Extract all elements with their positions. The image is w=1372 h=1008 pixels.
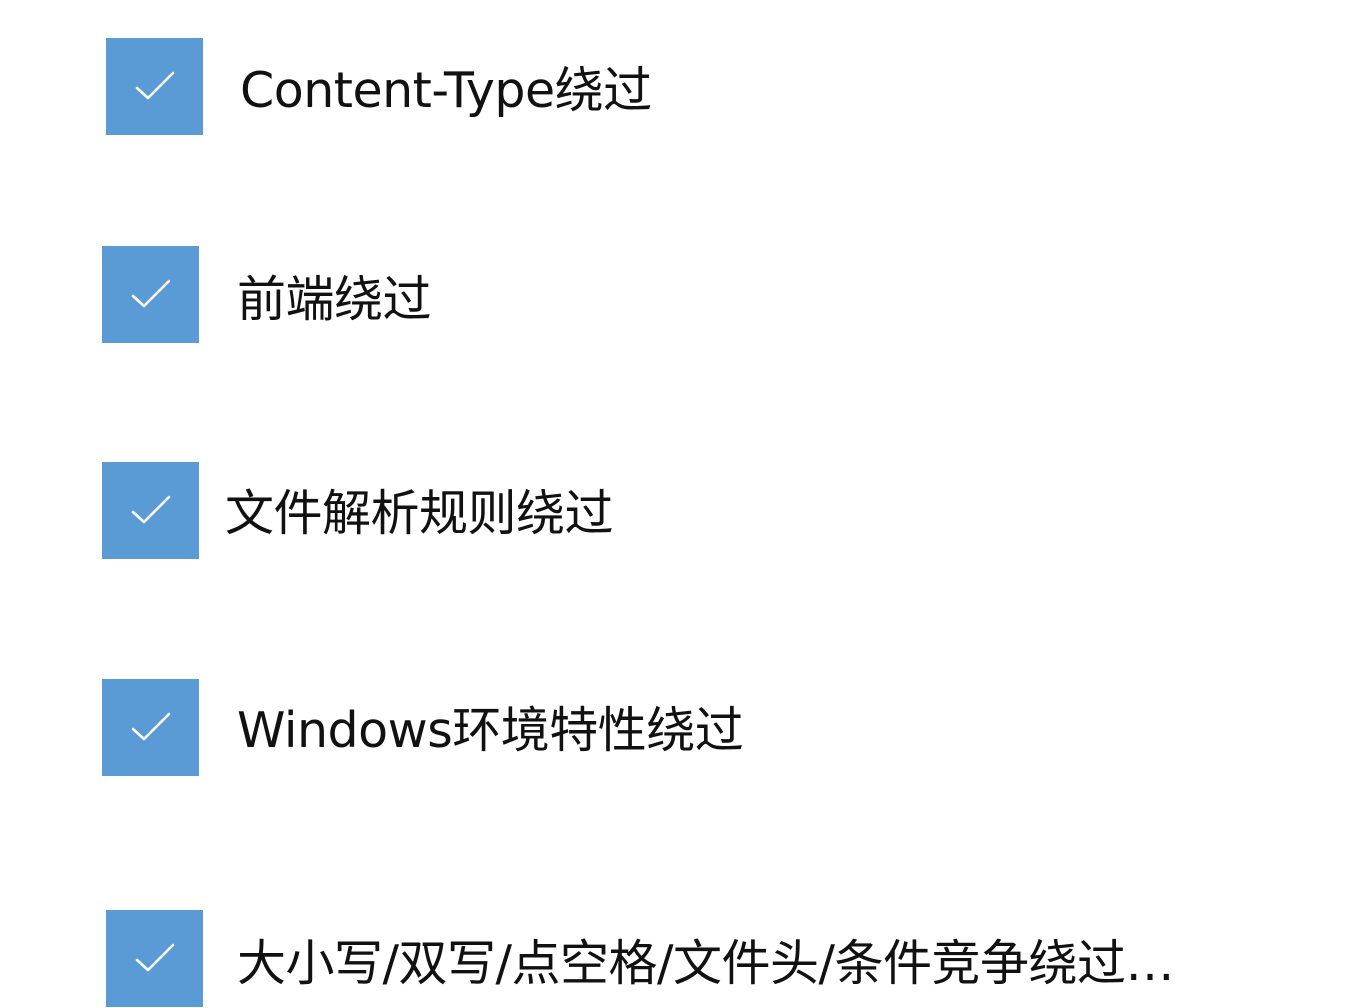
checkbox-frontend[interactable] — [102, 246, 199, 343]
checklist-item-label: 大小写/双写/点空格/文件头/条件竞争绕过… — [237, 935, 1175, 992]
checklist-item-frontend: 前端绕过 — [102, 246, 432, 343]
checklist-item-content-type: Content-Type绕过 — [106, 38, 652, 135]
checkbox-windows[interactable] — [102, 679, 199, 776]
checklist-item-label: Windows环境特性绕过 — [237, 702, 744, 759]
checkmark-icon — [131, 279, 170, 307]
checklist-item-parse-rules: 文件解析规则绕过 — [102, 462, 614, 559]
checklist-item-label: 文件解析规则绕过 — [225, 485, 614, 542]
checkbox-content-type[interactable] — [106, 38, 203, 135]
checkmark-icon — [135, 71, 174, 99]
checklist-item-windows: Windows环境特性绕过 — [102, 679, 744, 776]
checklist-item-label: 前端绕过 — [237, 271, 432, 328]
checkmark-icon — [131, 495, 170, 523]
checkbox-parse-rules[interactable] — [102, 462, 199, 559]
checkbox-misc[interactable] — [106, 910, 203, 1007]
checkmark-icon — [135, 943, 174, 971]
checkmark-icon — [131, 712, 170, 740]
checklist-item-misc: 大小写/双写/点空格/文件头/条件竞争绕过… — [106, 910, 1175, 1007]
checklist-item-label: Content-Type绕过 — [240, 62, 652, 119]
